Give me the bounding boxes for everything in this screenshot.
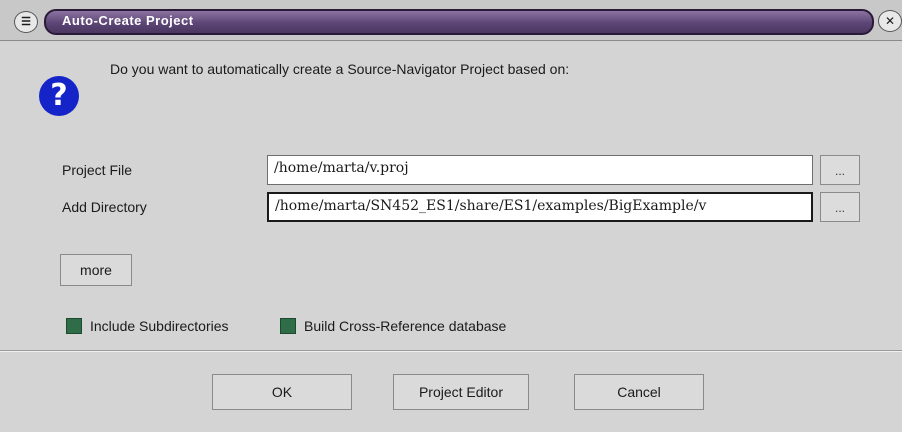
title-bar: ☰ Auto-Create Project ✕ [0, 0, 902, 41]
question-text: Do you want to automatically create a So… [110, 61, 570, 77]
include-subdirectories-label[interactable]: Include Subdirectories [90, 318, 229, 334]
title-bar-handle[interactable]: Auto-Create Project [44, 9, 874, 35]
project-file-input[interactable]: /home/marta/v.proj [267, 155, 813, 185]
build-cross-reference-label[interactable]: Build Cross-Reference database [304, 318, 506, 334]
more-button[interactable]: more [60, 254, 132, 286]
help-icon: ? [39, 76, 79, 116]
cancel-button[interactable]: Cancel [574, 374, 704, 410]
project-file-browse-button[interactable]: ... [820, 155, 860, 185]
add-directory-input[interactable]: /home/marta/SN452_ES1/share/ES1/examples… [267, 192, 813, 222]
add-directory-label: Add Directory [62, 199, 147, 215]
project-file-label: Project File [62, 162, 133, 178]
separator [0, 350, 902, 352]
project-editor-button[interactable]: Project Editor [393, 374, 529, 410]
build-cross-reference-checkbox[interactable] [280, 318, 296, 334]
add-directory-browse-button[interactable]: ... [820, 192, 860, 222]
ok-button[interactable]: OK [212, 374, 352, 410]
window-menu-icon[interactable]: ☰ [14, 11, 38, 33]
close-icon[interactable]: ✕ [878, 10, 902, 32]
window-title: Auto-Create Project [62, 13, 194, 28]
include-subdirectories-checkbox[interactable] [66, 318, 82, 334]
